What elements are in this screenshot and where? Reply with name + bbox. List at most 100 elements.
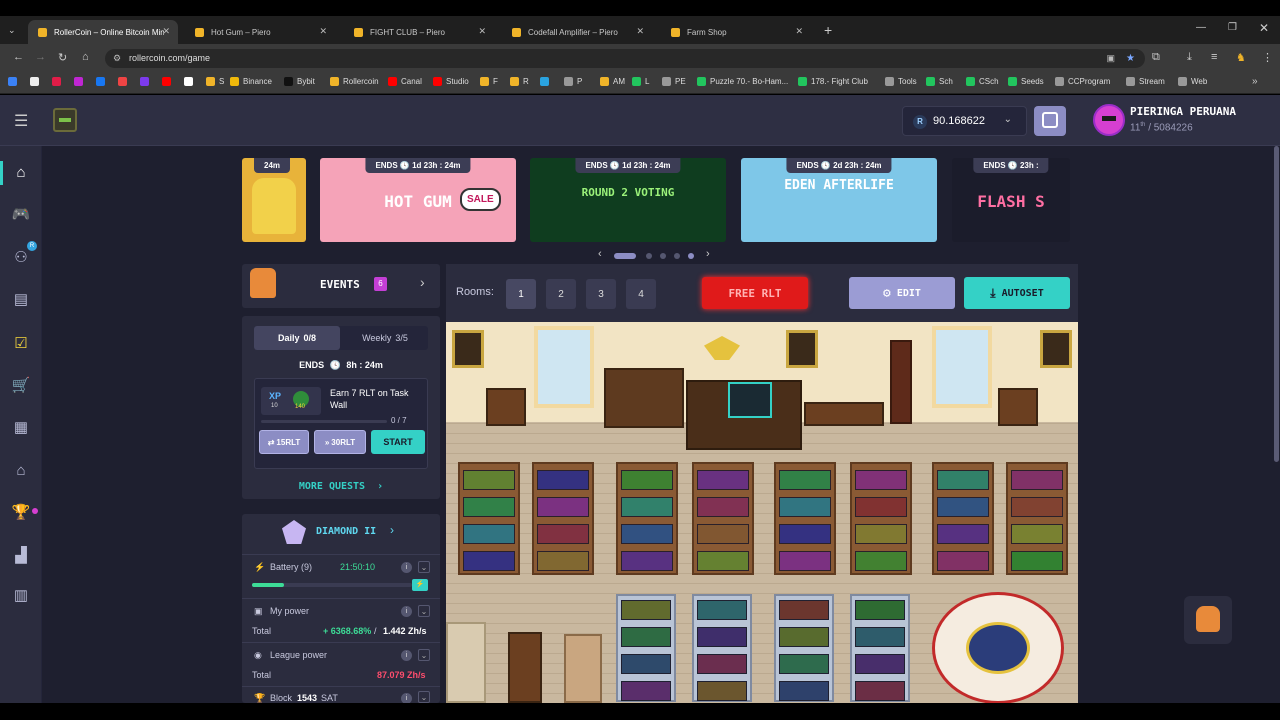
bookmark-item[interactable]: CSch	[966, 77, 999, 86]
miner-slot[interactable]	[1011, 524, 1063, 544]
portrait-frame[interactable]	[786, 330, 818, 368]
miner-slot[interactable]	[697, 551, 749, 571]
miner-slot[interactable]	[779, 497, 831, 517]
media-icon[interactable]: ≡	[1211, 51, 1217, 63]
carousel-dot-active[interactable]	[614, 253, 636, 259]
bookmark-item[interactable]	[52, 77, 65, 86]
forward-icon[interactable]: →	[35, 51, 46, 63]
tab-daily[interactable]: Daily 0/8	[254, 326, 340, 350]
league-header[interactable]: DIAMOND II ›	[242, 514, 440, 550]
browser-tab[interactable]: Hot Gum – Piero ✕	[185, 20, 335, 44]
bookmark-item[interactable]: Studio	[433, 77, 469, 86]
room-1-button[interactable]: 1	[506, 279, 536, 309]
bookmark-item[interactable]: Tools	[885, 77, 917, 86]
battery-info-icon[interactable]: i	[401, 562, 412, 573]
tasks-icon[interactable]: ☑	[11, 334, 31, 354]
miner-slot[interactable]	[779, 654, 829, 674]
tab-close-icon[interactable]: ✕	[162, 26, 170, 37]
carousel-prev-icon[interactable]: ‹	[598, 248, 602, 260]
my-power-info-icon[interactable]: i	[401, 606, 412, 617]
miner-slot[interactable]	[537, 470, 589, 490]
bookmark-item[interactable]	[8, 77, 21, 86]
miner-slot[interactable]	[463, 524, 515, 544]
miner-rack[interactable]	[774, 462, 836, 575]
event-banner[interactable]: ENDS 🕓 1d 23h : 24m HOT GUM SALE	[320, 158, 516, 242]
event-banner[interactable]: ENDS 🕓 23h : FLASH S	[952, 158, 1070, 242]
bookmark-item[interactable]: F	[480, 77, 498, 86]
start-quest-button[interactable]: START	[371, 430, 425, 454]
miner-slot[interactable]	[463, 497, 515, 517]
bookmark-item[interactable]: P	[564, 77, 582, 86]
carousel-next-icon[interactable]: ›	[706, 248, 710, 260]
miner-rack[interactable]	[616, 594, 676, 702]
gamepad-icon[interactable]: 🎮	[11, 205, 31, 225]
miner-slot[interactable]	[621, 551, 673, 571]
rollercoin-logo[interactable]	[53, 108, 77, 132]
hamburger-menu-icon[interactable]: ☰	[14, 111, 28, 131]
bookmark-item[interactable]: R	[510, 77, 529, 86]
cart-icon[interactable]: 🛒	[11, 376, 31, 396]
bookmark-item[interactable]	[184, 77, 197, 86]
browser-tab[interactable]: Codefall Amplifier – Piero ✕	[502, 20, 652, 44]
bookmark-item[interactable]	[74, 77, 87, 86]
miner-slot[interactable]	[463, 551, 515, 571]
carousel-dot[interactable]	[688, 253, 694, 259]
news-icon[interactable]: ▥	[11, 586, 31, 606]
room-3-button[interactable]: 3	[586, 279, 616, 309]
mining-room-scene[interactable]	[446, 322, 1078, 703]
miner-rack[interactable]	[774, 594, 834, 702]
miner-slot[interactable]	[621, 654, 671, 674]
miner-slot[interactable]	[855, 524, 907, 544]
miner-rack[interactable]	[532, 462, 594, 575]
reload-icon[interactable]: ↻	[58, 51, 67, 64]
miner-slot[interactable]	[621, 470, 673, 490]
site-info-icon[interactable]: ⚙	[113, 49, 121, 68]
tab-close-icon[interactable]: ✕	[478, 26, 486, 37]
tab-close-icon[interactable]: ✕	[636, 26, 644, 37]
miner-slot[interactable]	[621, 600, 671, 620]
miner-slot[interactable]	[621, 524, 673, 544]
miner-slot[interactable]	[537, 497, 589, 517]
miner-rack[interactable]	[458, 462, 520, 575]
miner-slot[interactable]	[697, 524, 749, 544]
battery-boost-icon[interactable]: ⚡	[412, 579, 428, 591]
bookmark-item[interactable]	[96, 77, 109, 86]
miner-rack[interactable]	[692, 594, 752, 702]
miner-slot[interactable]	[855, 627, 905, 647]
miner-slot[interactable]	[697, 600, 747, 620]
tab-close-icon[interactable]: ✕	[319, 26, 327, 37]
browser-tab[interactable]: RollerCoin – Online Bitcoin Min ✕	[28, 20, 178, 44]
bookshelf[interactable]	[604, 368, 684, 428]
carousel-dot[interactable]	[674, 253, 680, 259]
bookmark-item[interactable]	[30, 77, 43, 86]
bookmark-item[interactable]: Stream	[1126, 77, 1165, 86]
bookmark-item[interactable]	[162, 77, 175, 86]
battery-expand-icon[interactable]: ⌄	[418, 561, 430, 573]
bookmark-item[interactable]: Web	[1178, 77, 1207, 86]
miner-slot[interactable]	[855, 551, 907, 571]
tab-close-icon[interactable]: ✕	[795, 26, 803, 37]
miner-slot[interactable]	[537, 524, 589, 544]
bookmark-item[interactable]: CCProgram	[1055, 77, 1110, 86]
pc-monitor[interactable]	[728, 382, 772, 418]
miner-slot[interactable]	[779, 681, 829, 701]
url-field[interactable]: ⚙ rollercoin.com/game ▣ ★	[105, 49, 1145, 68]
miner-slot[interactable]	[697, 470, 749, 490]
bookmark-item[interactable]: Canal	[388, 77, 422, 86]
miner-slot[interactable]	[463, 470, 515, 490]
miner-slot[interactable]	[1011, 470, 1063, 490]
miner-slot[interactable]	[937, 524, 989, 544]
autoset-button[interactable]: ⤓ AUTOSET	[964, 277, 1070, 309]
download-icon[interactable]: ⤓	[1187, 51, 1192, 64]
tab-search-icon[interactable]: ⌄	[8, 25, 16, 36]
page-scrollbar[interactable]	[1274, 146, 1279, 462]
miner-slot[interactable]	[697, 681, 747, 701]
bookmark-item[interactable]: Seeds	[1008, 77, 1044, 86]
portrait-frame[interactable]	[1040, 330, 1072, 368]
miner-slot[interactable]	[697, 654, 747, 674]
free-rlt-button[interactable]: FREE RLT	[702, 277, 808, 309]
room-4-button[interactable]: 4	[626, 279, 656, 309]
my-power-expand-icon[interactable]: ⌄	[418, 605, 430, 617]
edit-room-button[interactable]: ⚙ EDIT	[849, 277, 955, 309]
profile-extension-icon[interactable]: ♞	[1236, 51, 1246, 64]
